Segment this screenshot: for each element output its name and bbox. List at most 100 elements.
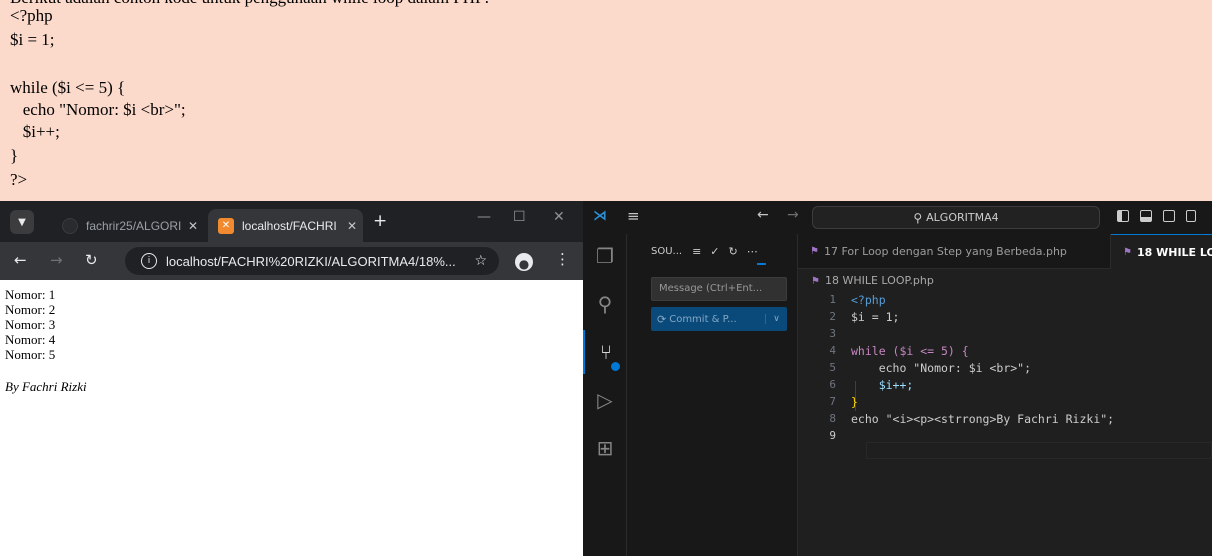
commit-check-icon[interactable]: ✓ xyxy=(710,245,719,258)
address-bar[interactable]: i localhost/FACHRI%20RIZKI/ALGORITMA4/18… xyxy=(125,247,499,275)
close-tab-icon[interactable]: ✕ xyxy=(182,219,204,233)
page-content: Nomor: 1 Nomor: 2 Nomor: 3 Nomor: 4 Nomo… xyxy=(0,280,583,556)
line-number: 6 xyxy=(829,378,836,391)
bookmark-star-icon[interactable]: ☆ xyxy=(474,253,487,269)
line-number: 2 xyxy=(829,310,836,323)
extensions-icon[interactable]: ⊞ xyxy=(583,426,627,470)
vscode-logo-icon: ⋊ xyxy=(593,208,607,224)
browser-tab-active[interactable]: ✕ localhost/FACHRI ✕ xyxy=(208,209,363,242)
output-line: Nomor: 1 xyxy=(5,287,56,302)
code-line-6: $i++; xyxy=(851,378,914,392)
editor-tab-title: 17 For Loop dengan Step yang Berbeda.php xyxy=(823,245,1067,258)
search-label: ALGORITMA4 xyxy=(926,211,999,224)
doc-code-line: ?> xyxy=(10,170,28,189)
activity-bar: ❐ ⚲ ⑂ ▷ ⊞ xyxy=(583,234,627,556)
sidebar-title: SOU... xyxy=(651,246,683,257)
php-file-icon: ⚑ xyxy=(1123,246,1132,258)
line-number: 8 xyxy=(829,412,836,425)
close-window-icon[interactable]: ✕ xyxy=(553,209,565,225)
new-tab-button[interactable]: + xyxy=(373,211,387,231)
commit-message-input[interactable]: Message (Ctrl+Ent... xyxy=(651,277,787,301)
toggle-panel-icon[interactable] xyxy=(1140,210,1152,222)
back-icon[interactable]: ← xyxy=(14,251,27,269)
doc-code-line: } xyxy=(10,146,19,165)
browser-tab[interactable]: fachrir25/ALGORI ✕ xyxy=(52,209,204,242)
tab-strip: ▼ fachrir25/ALGORI ✕ ✕ localhost/FACHRI … xyxy=(0,201,583,242)
php-open-tag: <?php xyxy=(851,293,886,307)
breadcrumb[interactable]: ⚑ 18 WHILE LOOP.php xyxy=(811,274,934,287)
sync-icon: ⟳ xyxy=(657,312,667,326)
code-line-2: $i = 1; xyxy=(851,310,900,324)
maximize-icon[interactable]: ☐ xyxy=(513,209,526,225)
output-line: Nomor: 2 xyxy=(5,302,56,317)
doc-code-line: <?php xyxy=(10,6,53,25)
progress-indicator xyxy=(757,263,766,265)
run-debug-icon[interactable]: ▷ xyxy=(583,378,627,422)
document-code-block: Berikut adalah contoh kode untuk penggun… xyxy=(0,0,1212,201)
byline-text: By Fachri Rizki xyxy=(5,379,87,394)
github-favicon-icon xyxy=(62,217,78,234)
close-tab-icon[interactable]: ✕ xyxy=(341,219,363,233)
doc-code-line: echo "Nomor: $i <br>"; xyxy=(10,100,186,119)
line-number: 7 xyxy=(829,395,836,408)
hamburger-menu-icon[interactable]: ≡ xyxy=(627,207,640,225)
code-line-7: } xyxy=(851,395,858,409)
reload-icon[interactable]: ↻ xyxy=(85,251,98,269)
refresh-icon[interactable]: ↻ xyxy=(729,245,738,258)
breadcrumb-file: 18 WHILE LOOP.php xyxy=(824,274,934,287)
current-line-highlight xyxy=(866,442,1212,459)
source-control-sidebar: SOU... ≡ ✓ ↻ ⋯ Message (Ctrl+Ent... ⟳ Co… xyxy=(627,234,798,556)
line-number: 1 xyxy=(829,293,836,306)
view-as-tree-icon[interactable]: ≡ xyxy=(692,245,701,258)
editor-tabs: ⚑ 17 For Loop dengan Step yang Berbeda.p… xyxy=(798,234,1212,269)
sidebar-header: SOU... ≡ ✓ ↻ ⋯ xyxy=(627,234,798,269)
editor-tab[interactable]: ⚑ 17 For Loop dengan Step yang Berbeda.p… xyxy=(798,234,1111,269)
output-line: Nomor: 3 xyxy=(5,317,56,332)
tab-search-button[interactable]: ▼ xyxy=(10,210,34,234)
php-file-icon: ⚑ xyxy=(810,246,819,257)
source-control-badge xyxy=(609,360,622,373)
command-center-search[interactable]: ⚲ ALGORITMA4 xyxy=(812,206,1100,229)
xampp-favicon-icon: ✕ xyxy=(218,217,234,234)
doc-code-line: while ($i <= 5) { xyxy=(10,78,126,97)
vscode-window: ⋊ ≡ ← → ⚲ ALGORITMA4 ❐ ⚲ ⑂ ▷ ⊞ SOU... ≡ … xyxy=(583,201,1212,556)
forward-icon[interactable]: → xyxy=(50,251,63,269)
line-number: 5 xyxy=(829,361,836,374)
doc-code-line: $i = 1; xyxy=(10,30,55,49)
chevron-down-icon[interactable]: ∨ xyxy=(765,314,787,324)
toggle-sidebar-icon[interactable] xyxy=(1117,210,1129,222)
more-actions-icon[interactable]: ⋯ xyxy=(747,245,758,258)
minimize-icon[interactable]: — xyxy=(477,209,491,225)
forward-icon[interactable]: → xyxy=(787,207,799,223)
output-line: Nomor: 5 xyxy=(5,347,56,362)
customize-layout-icon[interactable] xyxy=(1186,210,1196,222)
code-line-5: echo "Nomor: $i <br>"; xyxy=(851,361,1032,375)
chevron-down-icon: ▼ xyxy=(18,216,26,228)
php-file-icon: ⚑ xyxy=(811,276,820,287)
site-info-icon[interactable]: i xyxy=(141,253,157,269)
profile-avatar-icon[interactable]: ● xyxy=(515,253,533,271)
url-text: localhost/FACHRI%20RIZKI/ALGORITMA4/18%.… xyxy=(166,253,456,269)
code-editor[interactable]: 1 2 3 4 5 6 7 8 9 <?php $i = 1; while ($… xyxy=(798,289,1212,556)
code-line-1: <?php xyxy=(851,293,886,307)
search-icon: ⚲ xyxy=(913,210,923,225)
search-icon[interactable]: ⚲ xyxy=(583,282,627,326)
line-number: 3 xyxy=(829,327,836,340)
browser-toolbar: ← → ↻ i localhost/FACHRI%20RIZKI/ALGORIT… xyxy=(0,242,583,280)
toggle-secondary-sidebar-icon[interactable] xyxy=(1163,210,1175,222)
browser-window: ▼ fachrir25/ALGORI ✕ ✕ localhost/FACHRI … xyxy=(0,201,583,556)
source-control-icon[interactable]: ⑂ xyxy=(583,330,627,374)
explorer-icon[interactable]: ❐ xyxy=(583,234,627,278)
commit-label: Commit & P... xyxy=(669,313,737,325)
line-number: 9 xyxy=(829,429,836,442)
back-icon[interactable]: ← xyxy=(757,207,769,223)
code-line-4: while ($i <= 5) { xyxy=(851,344,969,358)
code-line-8: echo "<i><p><strrong>By Fachri Rizki"; xyxy=(851,412,1115,426)
vscode-titlebar: ⋊ ≡ ← → ⚲ ALGORITMA4 xyxy=(583,201,1212,234)
editor-tab-active[interactable]: ⚑ 18 WHILE LO xyxy=(1111,234,1212,269)
editor-tab-title: 18 WHILE LO xyxy=(1136,245,1212,259)
doc-code-line: $i++; xyxy=(10,122,60,141)
commit-button[interactable]: ⟳ Commit & P... ∨ xyxy=(651,307,787,331)
output-line: Nomor: 4 xyxy=(5,332,56,347)
menu-kebab-icon[interactable]: ⋮ xyxy=(555,250,570,268)
